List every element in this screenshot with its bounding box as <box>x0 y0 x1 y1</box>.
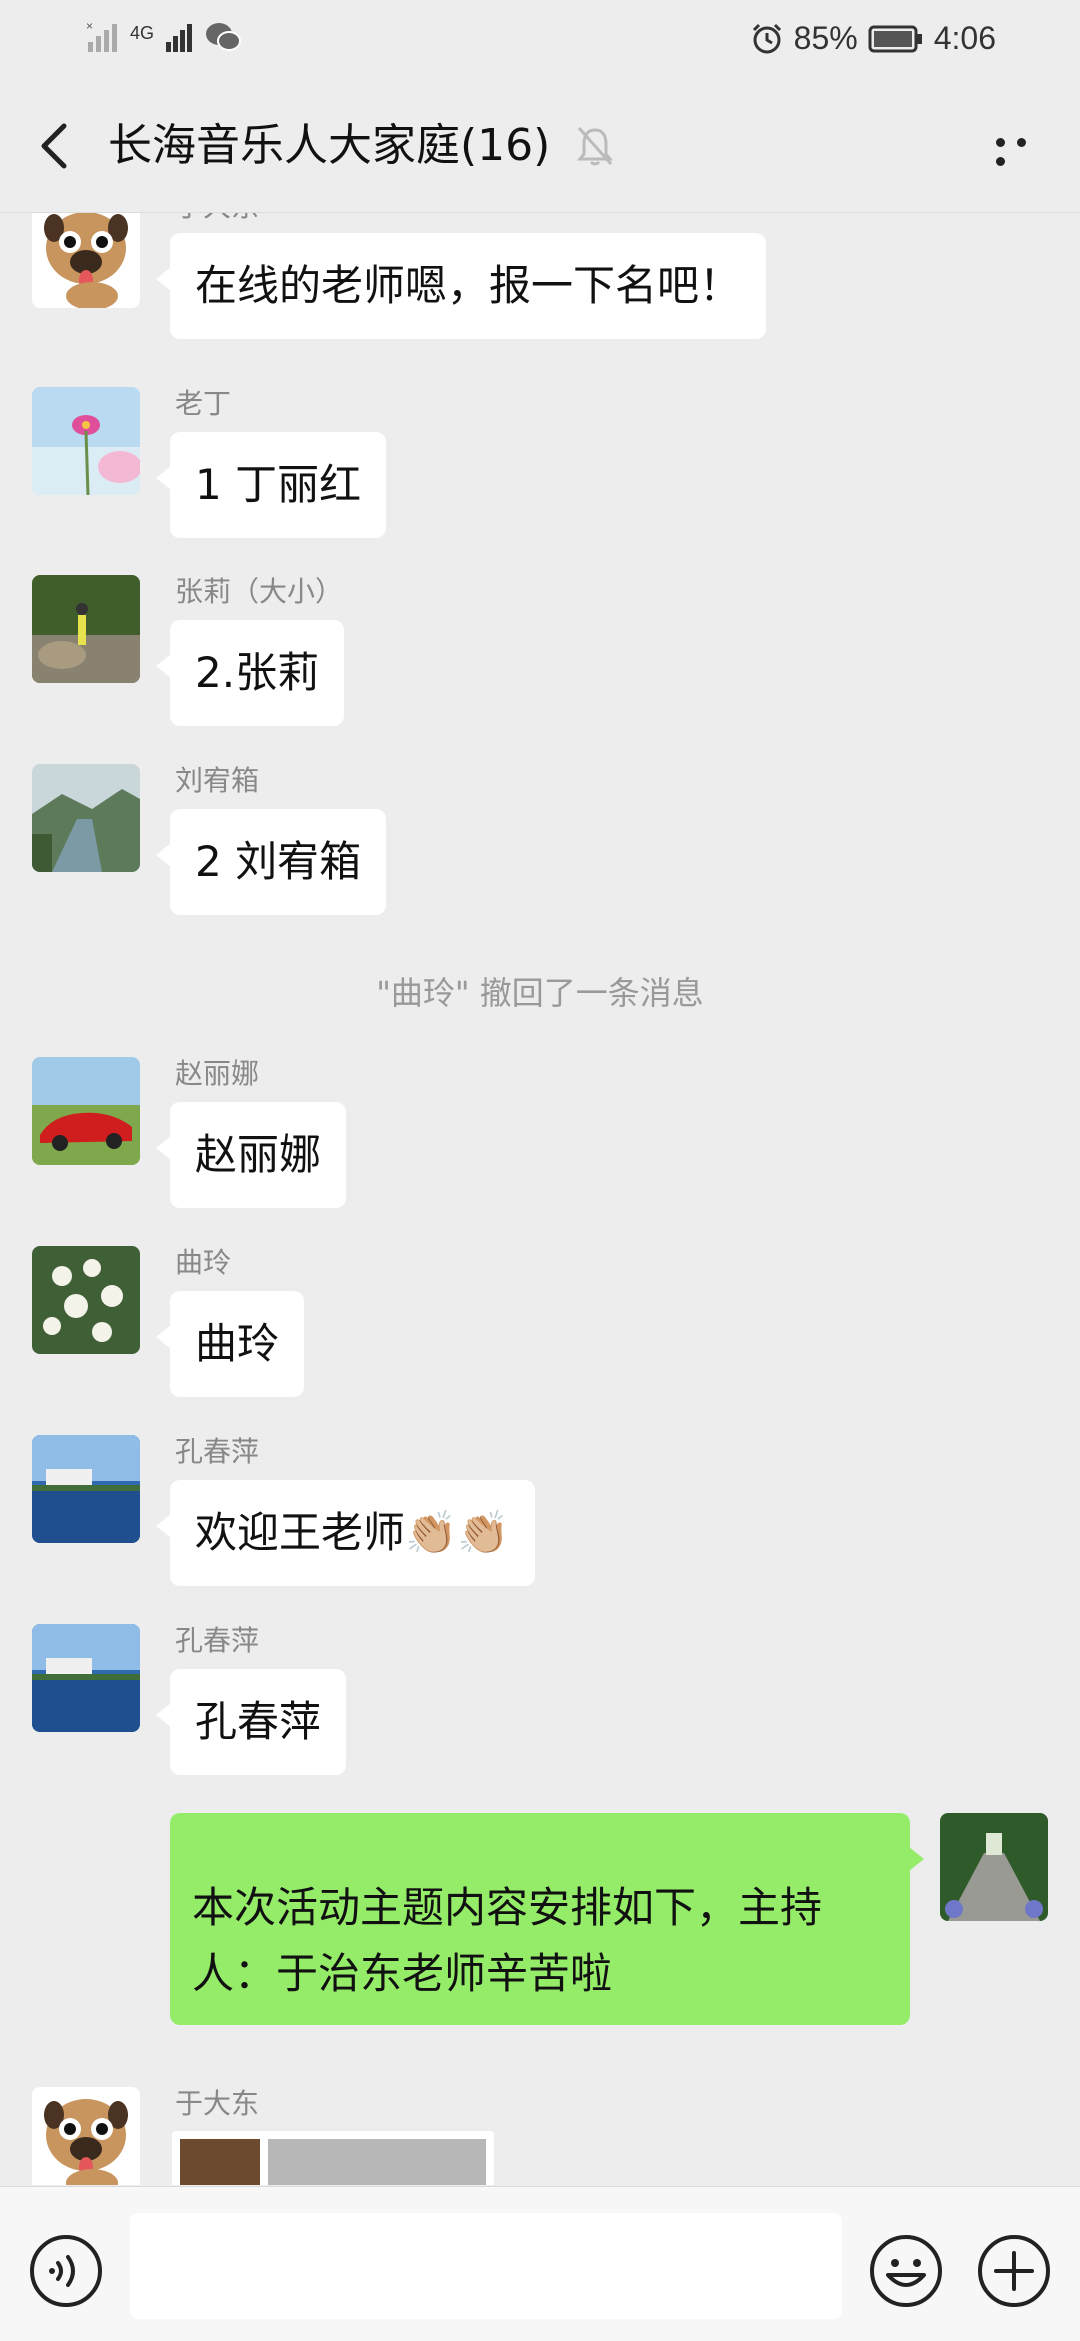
sender-name: 老丁 <box>175 387 232 420</box>
message-bubble[interactable]: 欢迎王老师👏🏼👏🏼 <box>156 1480 535 1586</box>
sender-name: 孔春萍 <box>175 1435 260 1468</box>
sender-name: 张莉（大小） <box>175 575 344 608</box>
lake-avatar-image <box>32 1624 140 1732</box>
emoji-icon[interactable] <box>868 2233 944 2309</box>
avatar[interactable] <box>32 1246 140 1354</box>
wechat-icon <box>206 23 242 51</box>
my-message-text: 本次活动主题内容安排如下，主持人：于治东老师辛苦啦 <box>192 1883 823 1998</box>
sender-name: 孔春萍 <box>175 1624 260 1657</box>
status-bar: × 4G 85% 4:06 <box>0 0 1080 80</box>
photo-message[interactable] <box>172 2131 494 2185</box>
avatar[interactable] <box>32 2087 140 2185</box>
flower-avatar-image <box>32 387 140 495</box>
message-bubble[interactable]: 2.张莉 <box>155 620 345 726</box>
photo-content <box>268 2139 486 2185</box>
signal-icon-2 <box>166 24 193 52</box>
avatar[interactable] <box>32 1057 140 1165</box>
avatar[interactable] <box>32 764 140 872</box>
chat-title[interactable]: 长海音乐人大家庭(16) <box>108 116 550 176</box>
car-avatar-image <box>32 1057 140 1165</box>
pug-avatar-image <box>32 213 140 308</box>
svg-text:×: × <box>86 19 93 33</box>
network-type-label: 4G <box>130 23 155 43</box>
landscape-avatar-image <box>32 764 140 872</box>
sender-name: 赵丽娜 <box>175 1057 260 1090</box>
status-right: 85% 4:06 <box>750 20 996 57</box>
bubble-spacer <box>192 1835 890 1875</box>
avatar[interactable] <box>32 1435 140 1543</box>
back-arrow-icon[interactable] <box>30 118 80 174</box>
message-bubble[interactable]: 在线的老师嗯，报一下名吧！ <box>155 233 767 339</box>
sender-name: 曲玲 <box>175 1246 232 1279</box>
voice-icon[interactable] <box>28 2233 104 2309</box>
more-icon[interactable] <box>990 132 1050 166</box>
sender-name: 于大东 <box>175 213 259 224</box>
recall-notice: "曲玲" 撤回了一条消息 <box>376 974 704 1012</box>
message-bubble[interactable]: 曲玲 <box>155 1291 305 1397</box>
message-input[interactable] <box>130 2213 842 2319</box>
pug-avatar-image <box>32 2087 140 2185</box>
photo-content <box>180 2139 260 2185</box>
alarm-icon <box>752 23 781 53</box>
signal-indicators: × 4G <box>84 18 242 54</box>
avatar[interactable] <box>32 575 140 683</box>
message-bubble[interactable]: 1 丁丽红 <box>155 432 387 538</box>
avatar[interactable] <box>32 213 140 308</box>
nature-avatar-image <box>32 575 140 683</box>
message-bubble[interactable]: 赵丽娜 <box>155 1102 347 1208</box>
message-list[interactable]: 于大东 在线的老师嗯，报一下名吧！ 老丁 1 丁丽红 <box>0 213 1080 2185</box>
input-bar <box>0 2186 1080 2341</box>
signal-icon: × <box>86 19 117 52</box>
sender-name: 刘宥箱 <box>175 764 260 797</box>
plus-icon[interactable] <box>976 2233 1052 2309</box>
avatar[interactable] <box>32 1624 140 1732</box>
road-avatar-image <box>940 1813 1048 1921</box>
my-avatar[interactable] <box>940 1813 1048 1921</box>
my-message-bubble[interactable]: 本次活动主题内容安排如下，主持人：于治东老师辛苦啦 <box>170 1813 924 2025</box>
clock: 4:06 <box>933 20 996 56</box>
blossom-avatar-image <box>32 1246 140 1354</box>
battery-percent: 85% <box>793 20 858 56</box>
lake-avatar-image <box>32 1435 140 1543</box>
chat-header: 长海音乐人大家庭(16) <box>0 80 1080 213</box>
avatar[interactable] <box>32 387 140 495</box>
message-bubble[interactable]: 2 刘宥箱 <box>155 809 387 915</box>
mute-bell-icon <box>576 127 614 166</box>
message-bubble[interactable]: 孔春萍 <box>155 1669 347 1775</box>
sender-name: 于大东 <box>175 2087 260 2120</box>
battery-icon <box>868 25 922 52</box>
